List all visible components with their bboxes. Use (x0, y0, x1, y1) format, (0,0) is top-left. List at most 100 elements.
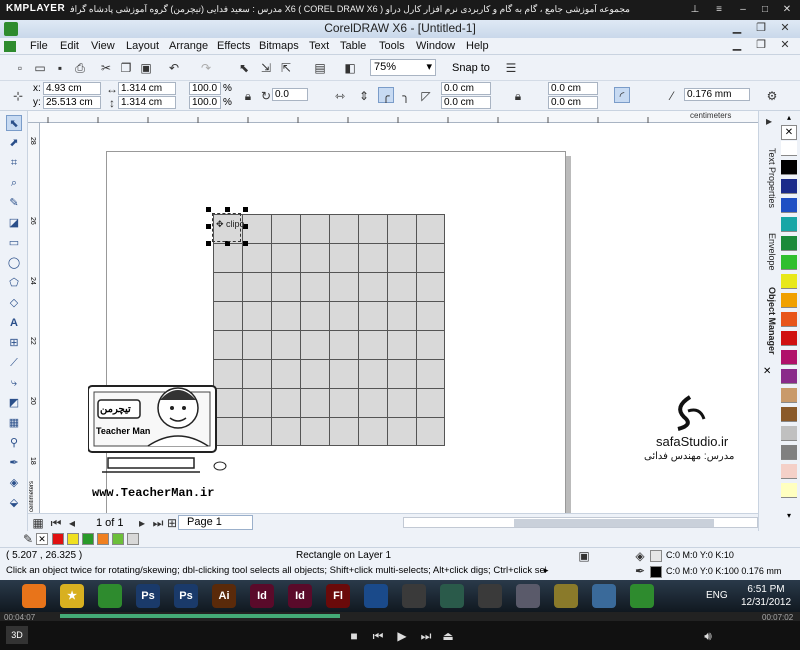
close-icon[interactable]: ✕ (780, 3, 794, 17)
tab-object-manager[interactable]: Object Manager (761, 281, 777, 361)
settings-icon[interactable]: ≡ (712, 3, 726, 17)
document-palette-swatch[interactable] (52, 533, 64, 545)
tab-envelope[interactable]: Envelope (761, 227, 777, 277)
menu-view[interactable]: View (91, 40, 115, 52)
y-position-field[interactable]: 25.513 cm (43, 96, 101, 109)
scrollbar-thumb[interactable] (514, 519, 714, 527)
taskbar-app-icon[interactable] (478, 584, 502, 608)
mirror-vertical-icon[interactable]: ⇕ (356, 88, 372, 104)
palette-swatch[interactable] (781, 369, 797, 384)
horizontal-ruler[interactable] (28, 111, 758, 123)
corner-radius-top-right-field[interactable]: 0.0 cm (548, 82, 598, 95)
palette-swatch[interactable] (781, 236, 797, 251)
text-tool-icon[interactable]: A (6, 315, 22, 331)
options-icon[interactable]: ☰ (503, 60, 519, 76)
volume-icon[interactable]: 🔊︎ (700, 628, 716, 644)
previous-icon[interactable]: ⏮ (370, 628, 386, 644)
window-maximize-button[interactable]: ❐ (750, 21, 772, 36)
eyedropper-icon[interactable]: ✎ (20, 531, 36, 547)
selection-handle[interactable] (243, 241, 248, 246)
blend-tool-icon[interactable]: ◩ (6, 395, 22, 411)
doc-minimize-button[interactable]: ▁ (726, 38, 748, 53)
import-icon[interactable]: ⇲ (258, 60, 274, 76)
taskbar-app-icon[interactable]: Ps (136, 584, 160, 608)
selection-handle[interactable] (206, 224, 211, 229)
document-icon[interactable] (4, 41, 16, 52)
freehand-tool-icon[interactable]: ✎ (6, 195, 22, 211)
corner-radius-bottom-left-field[interactable]: 0.0 cm (441, 96, 491, 109)
zoom-tool-icon[interactable]: ⌕ (6, 175, 22, 191)
cut-icon[interactable]: ✂ (98, 60, 114, 76)
chamfered-corner-icon[interactable]: ◸ (418, 88, 434, 104)
palette-swatch[interactable] (781, 388, 797, 403)
no-fill-swatch[interactable]: ✕ (781, 125, 797, 140)
height-field[interactable]: 1.314 cm (118, 96, 176, 109)
scale-width-field[interactable]: 100.0 (189, 82, 221, 95)
menu-effects[interactable]: Effects (217, 40, 250, 52)
corner-radius-bottom-right-field[interactable]: 0.0 cm (548, 96, 598, 109)
palette-swatch[interactable] (781, 217, 797, 232)
palette-swatch[interactable] (781, 445, 797, 460)
palette-swatch[interactable] (781, 464, 797, 479)
crop-tool-icon[interactable]: ⌗ (6, 155, 22, 171)
scalloped-corner-icon[interactable]: ╮ (398, 88, 414, 104)
clock-time[interactable]: 6:51 PM (738, 584, 794, 595)
scale-height-field[interactable]: 100.0 (189, 96, 221, 109)
document-palette-swatch[interactable] (97, 533, 109, 545)
taskbar-app-icon[interactable] (630, 584, 654, 608)
selection-handle[interactable] (206, 207, 211, 212)
3d-button[interactable]: 3D (6, 626, 28, 644)
width-field[interactable]: 1.314 cm (118, 82, 176, 95)
palette-swatch[interactable] (781, 141, 797, 156)
taskbar-app-icon[interactable] (592, 584, 616, 608)
eyedropper-tool-icon[interactable]: ⚲ (6, 435, 22, 451)
taskbar-app-icon[interactable] (440, 584, 464, 608)
copy-icon[interactable]: ❐ (118, 60, 134, 76)
ellipse-tool-icon[interactable]: ◯ (6, 255, 22, 271)
next-icon[interactable]: ⏭ (418, 628, 434, 644)
selection-handle[interactable] (243, 207, 248, 212)
vertical-ruler[interactable]: 28 26 24 22 20 18 centimeters (28, 123, 40, 513)
outline-color-swatch[interactable] (650, 566, 662, 578)
prev-page-icon[interactable]: ◂ (64, 515, 80, 531)
language-indicator[interactable]: ENG (706, 590, 728, 601)
lock-corners-icon[interactable]: 🔒︎ (510, 88, 526, 104)
maximize-icon[interactable]: □ (758, 3, 772, 17)
selection-handle[interactable] (225, 207, 230, 212)
taskbar-app-icon[interactable]: Ps (174, 584, 198, 608)
x-position-field[interactable]: 4.93 cm (43, 82, 101, 95)
rotation-angle-field[interactable]: 0.0 (272, 88, 308, 101)
palette-swatch[interactable] (781, 350, 797, 365)
palette-scroll-down-icon[interactable]: ▾ (781, 511, 797, 521)
hint-expand-icon[interactable]: ▸ (544, 565, 549, 576)
next-page-icon[interactable]: ▸ (134, 515, 150, 531)
eject-icon[interactable]: ⏏ (440, 628, 456, 644)
snap-to-button[interactable]: Snap to (452, 62, 490, 74)
pick-tool-icon[interactable]: ⬉ (6, 115, 22, 131)
taskbar-app-icon[interactable] (554, 584, 578, 608)
rectangle-tool-icon[interactable]: ▭ (6, 235, 22, 251)
window-close-button[interactable]: ✕ (774, 21, 796, 36)
round-corner-icon[interactable]: ╭ (378, 87, 394, 103)
publish-pdf-icon[interactable]: ▤ (312, 60, 328, 76)
dimension-tool-icon[interactable]: ⟋ (6, 355, 22, 371)
polygon-tool-icon[interactable]: ⬠ (6, 275, 22, 291)
doc-restore-button[interactable]: ❐ (750, 38, 772, 53)
taskbar-app-icon[interactable] (402, 584, 426, 608)
minimize-icon[interactable]: ‒ (736, 3, 750, 17)
taskbar-app-icon[interactable]: Ai (212, 584, 236, 608)
palette-swatch[interactable] (781, 331, 797, 346)
document-palette-swatch[interactable] (127, 533, 139, 545)
taskbar-app-icon[interactable]: ★ (60, 584, 84, 608)
lock-ratio-icon[interactable]: 🔒︎ (240, 88, 256, 104)
no-color-swatch[interactable]: ✕ (36, 533, 48, 545)
palette-swatch[interactable] (781, 293, 797, 308)
stop-icon[interactable]: ■ (346, 628, 362, 644)
relative-corner-scaling-icon[interactable]: ◜ (614, 87, 630, 103)
tab-text-properties[interactable]: Text Properties (761, 133, 777, 223)
drawing-canvas[interactable]: ✥ clipo تیچرمن Teacher Man www.TeacherMa… (40, 123, 758, 518)
palette-swatch[interactable] (781, 160, 797, 175)
palette-swatch[interactable] (781, 274, 797, 289)
zoom-page-icon[interactable]: ▦ (30, 515, 46, 531)
interactive-fill-tool-icon[interactable]: ⬙ (6, 495, 22, 511)
